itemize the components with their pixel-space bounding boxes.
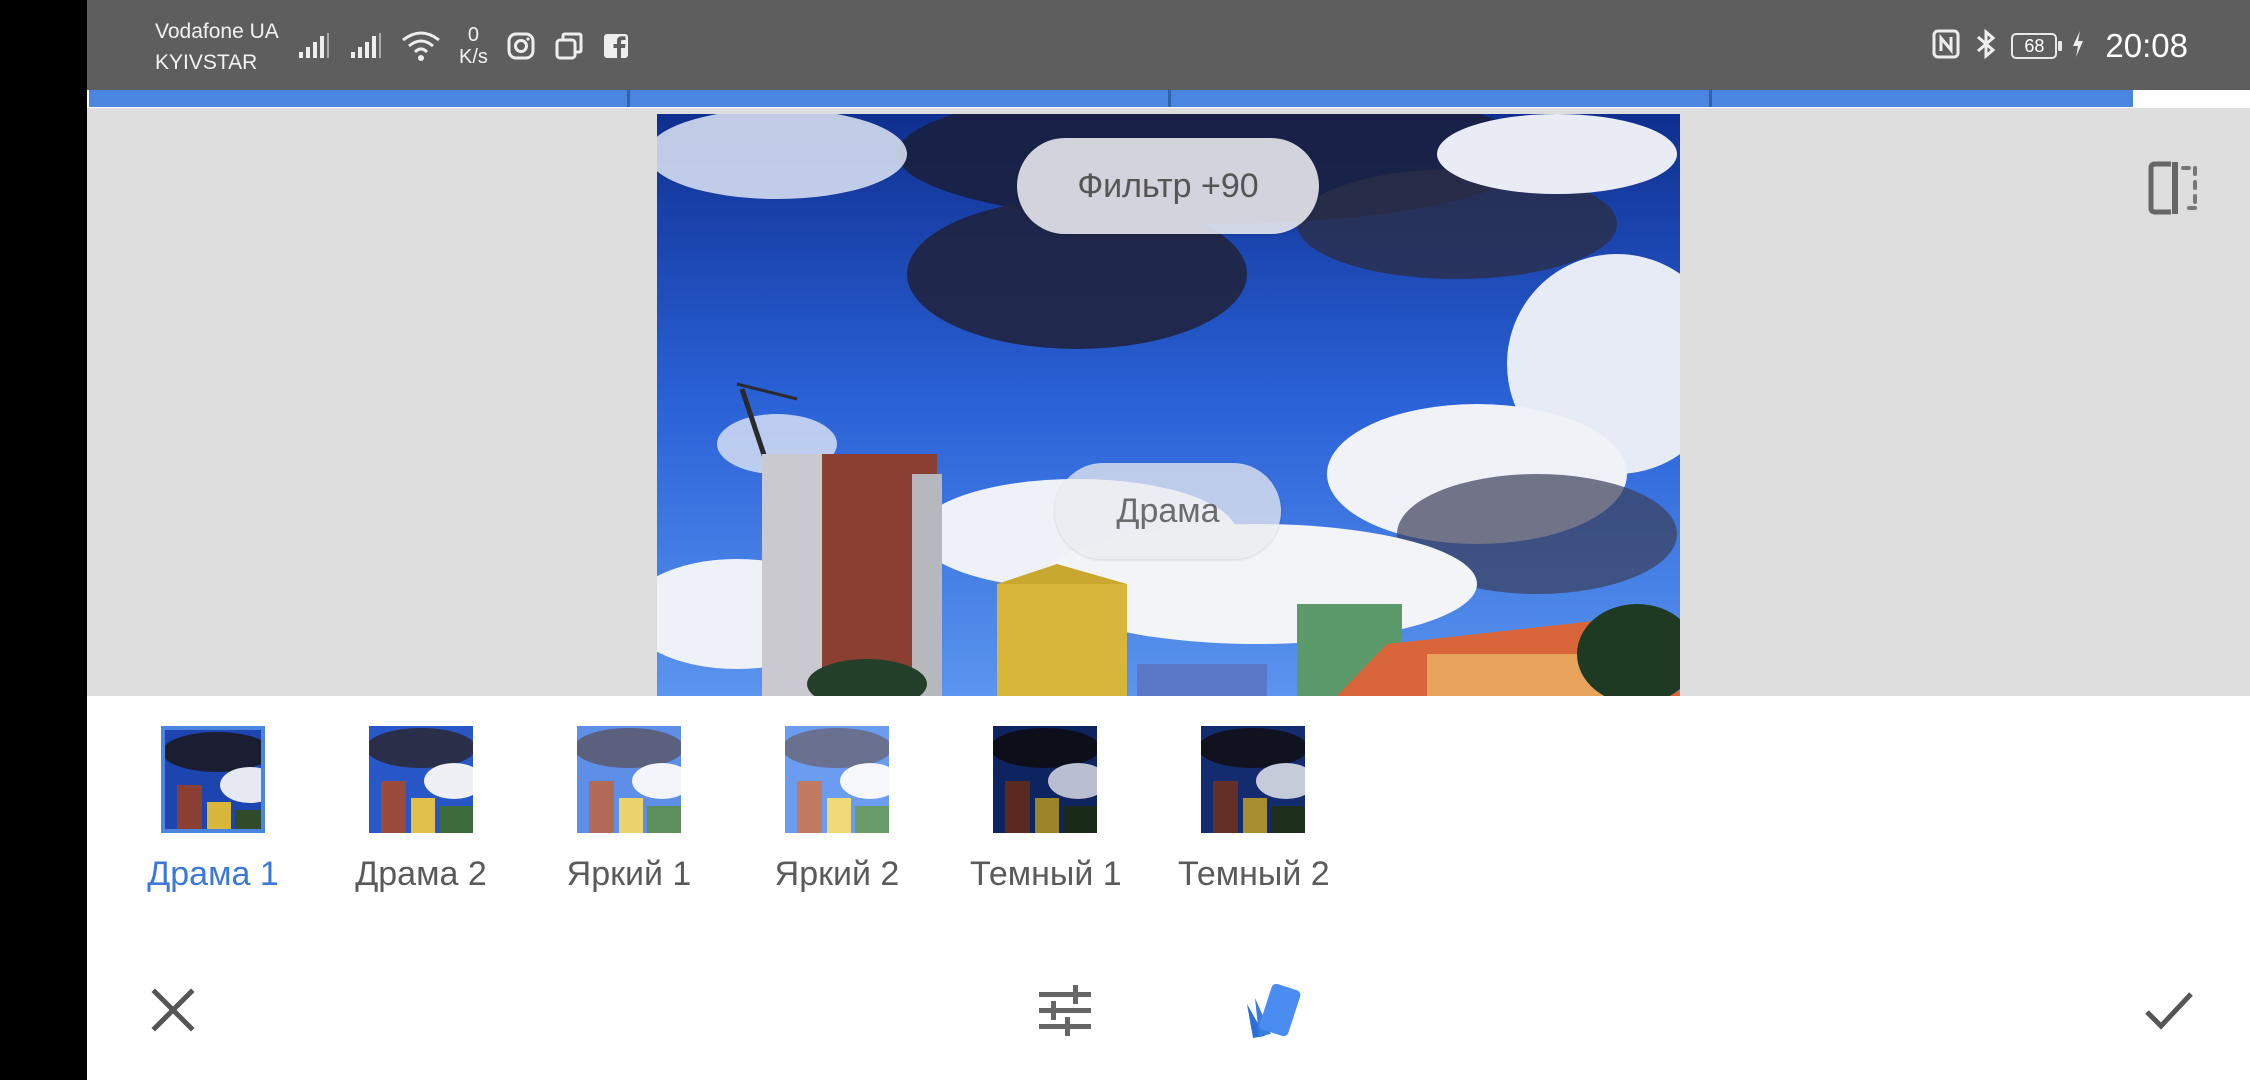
filter-item-drama-1[interactable]: Драма 1 (138, 726, 288, 894)
progress-segment-divider (627, 90, 630, 107)
battery-level: 68 (2024, 36, 2045, 56)
facebook-icon (602, 32, 630, 60)
filter-item-drama-2[interactable]: Драма 2 (346, 726, 496, 894)
filter-thumbnail (161, 726, 265, 833)
filter-item-dark-1[interactable]: Темный 1 (970, 726, 1122, 894)
filter-strength-badge: Фильтр +90 (1017, 138, 1319, 234)
progress-bar (87, 90, 2250, 108)
wifi-icon (401, 30, 441, 62)
filter-thumbnail (993, 726, 1097, 833)
filter-thumbnail (577, 726, 681, 833)
compare-icon[interactable] (2147, 160, 2203, 216)
apply-button[interactable] (2139, 980, 2199, 1040)
filter-item-bright-1[interactable]: Яркий 1 (554, 726, 704, 894)
signal-icon (297, 32, 331, 60)
filter-strip: Драма 1 Драма 2 Яркий 1 Яркий 2 Темный 1 (87, 696, 2250, 936)
filter-item-dark-2[interactable]: Темный 2 (1178, 726, 1330, 894)
instagram-icon (506, 31, 536, 61)
filter-thumbnail (1201, 726, 1305, 833)
status-icons-right: 68 20:08 (1931, 24, 2188, 68)
adjust-button[interactable] (1035, 980, 1095, 1040)
close-icon (143, 980, 203, 1040)
styles-icon (1239, 980, 1301, 1044)
bottom-toolbar (87, 936, 2250, 1080)
signal-icon (349, 32, 383, 60)
filter-item-bright-2[interactable]: Яркий 2 (762, 726, 912, 894)
cancel-button[interactable] (143, 980, 203, 1040)
carrier-info: Vodafone UA KYIVSTAR (155, 16, 279, 78)
progress-fill (89, 90, 2133, 107)
progress-segment-divider (1709, 90, 1712, 107)
filter-thumbnail (369, 726, 473, 833)
app-icon (554, 31, 584, 61)
filter-style-badge: Драма (1055, 463, 1281, 559)
filter-label: Темный 2 (1178, 855, 1330, 893)
carrier-1: Vodafone UA (155, 20, 279, 43)
app-screen: Vodafone UA KYIVSTAR 0 K/s 68 20:08 Филь… (87, 0, 2250, 1080)
tune-icon (1035, 980, 1095, 1040)
battery-icon: 68 (2011, 33, 2063, 59)
styles-button[interactable] (1239, 980, 1301, 1040)
network-speed-unit: K/s (459, 46, 488, 68)
network-speed-value: 0 (467, 24, 480, 46)
check-icon (2139, 980, 2199, 1040)
filter-label: Яркий 1 (566, 855, 692, 893)
bluetooth-icon (1975, 28, 1997, 65)
carrier-2: KYIVSTAR (155, 51, 258, 74)
filter-label: Драма 1 (147, 855, 279, 893)
image-preview-area[interactable]: Фильтр +90 Драма (87, 108, 2250, 696)
filter-label: Драма 2 (355, 855, 487, 893)
charging-icon (2071, 30, 2085, 63)
clock: 20:08 (2105, 27, 2188, 64)
filter-thumbnail (785, 726, 889, 833)
progress-segment-divider (1168, 90, 1171, 107)
status-icons-left: 0 K/s (297, 24, 630, 68)
filter-label: Темный 1 (970, 855, 1122, 893)
status-bar: Vodafone UA KYIVSTAR 0 K/s 68 20:08 (87, 0, 2250, 90)
network-speed: 0 K/s (459, 24, 488, 68)
nfc-icon (1931, 28, 1961, 65)
filter-label: Яркий 2 (774, 855, 900, 893)
